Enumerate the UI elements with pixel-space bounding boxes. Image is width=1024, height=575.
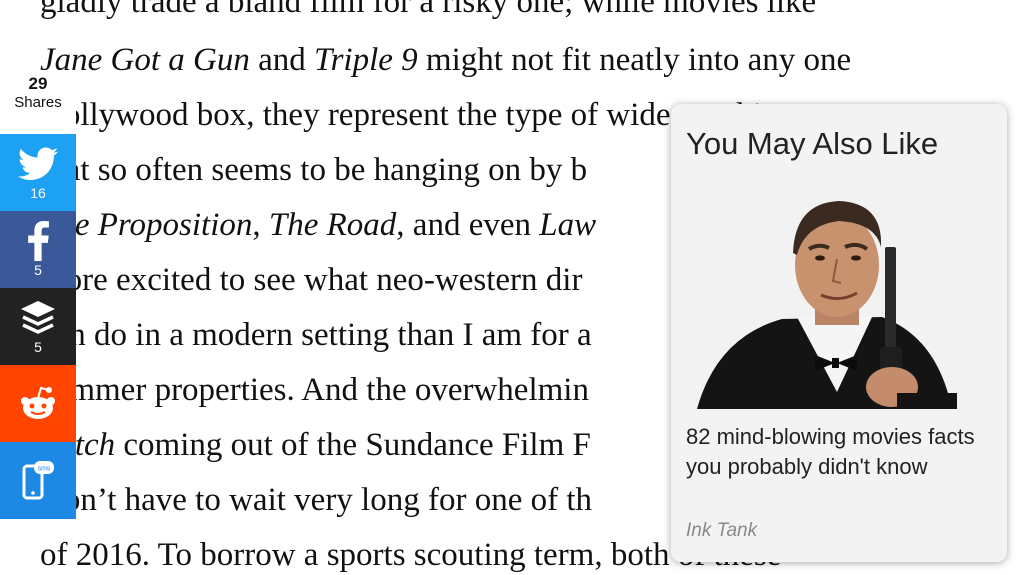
reddit-share-button[interactable] <box>0 365 76 442</box>
article-line: can do in a modern setting than I am for… <box>40 315 592 355</box>
article-line: Jane Got a Gun and Triple 9 might not fi… <box>40 40 851 80</box>
article-text: can do in a modern setting than I am for… <box>40 317 592 353</box>
twitter-share-count: 16 <box>30 185 46 201</box>
svg-text:sms: sms <box>38 466 51 473</box>
share-total-count: 29 <box>28 74 48 93</box>
man-in-tuxedo-with-pistol-photo[interactable] <box>687 187 993 409</box>
article-text: and <box>249 42 315 78</box>
sms-share-button[interactable]: sms <box>0 442 76 519</box>
share-total-label: Shares <box>14 94 62 111</box>
article-text: that so often seems to be hanging on by … <box>40 152 588 188</box>
buffer-share-button[interactable]: 5 <box>0 288 76 365</box>
article-text: more excited to see what neo-western dir <box>40 262 583 298</box>
recommendation-heading: You May Also Like <box>686 126 939 161</box>
article-line: more excited to see what neo-western dir <box>40 260 582 300</box>
recommendation-headline[interactable]: 82 mind-blowing movies facts you probabl… <box>686 422 986 482</box>
article-text: summer properties. And the overwhelmin <box>40 372 589 408</box>
sms-phone-icon: sms <box>0 460 76 500</box>
article-line: summer properties. And the overwhelmin <box>40 370 589 410</box>
facebook-icon <box>0 221 76 261</box>
article-text: gladly trade a bland film for a risky on… <box>40 0 817 20</box>
twitter-share-button[interactable]: 16 <box>0 134 76 211</box>
reddit-alien-icon <box>0 383 76 423</box>
recommendation-source: Ink Tank <box>686 520 758 541</box>
article-line: Witch coming out of the Sundance Film F <box>40 425 591 465</box>
article-text: , <box>252 207 269 243</box>
italic-title-text: The Road <box>268 207 397 243</box>
buffer-stack-icon <box>0 298 76 338</box>
article-line: won’t have to wait very long for one of … <box>40 480 592 520</box>
article-text: , and even <box>396 207 540 243</box>
article-line: gladly trade a bland film for a risky on… <box>40 0 816 22</box>
facebook-share-count: 5 <box>34 262 42 278</box>
facebook-share-button[interactable]: 5 <box>0 211 76 288</box>
share-rail: 29 Shares 16 5 5 sms <box>0 70 76 519</box>
recommendation-card[interactable]: You May Also Like 82 mind-blowing movies… <box>671 104 1007 562</box>
twitter-bird-icon <box>0 144 76 184</box>
buffer-share-count: 5 <box>34 339 42 355</box>
article-text: won’t have to wait very long for one of … <box>40 482 593 518</box>
italic-title-text: Law <box>539 207 597 243</box>
article-line: that so often seems to be hanging on by … <box>40 150 587 190</box>
share-total: 29 Shares <box>0 70 76 134</box>
article-line: The Proposition, The Road, and even Law <box>40 205 596 245</box>
article-text: might not fit neatly into any one <box>417 42 852 78</box>
article-text: coming out of the Sundance Film F <box>115 427 591 463</box>
italic-title-text: Triple 9 <box>314 42 418 78</box>
